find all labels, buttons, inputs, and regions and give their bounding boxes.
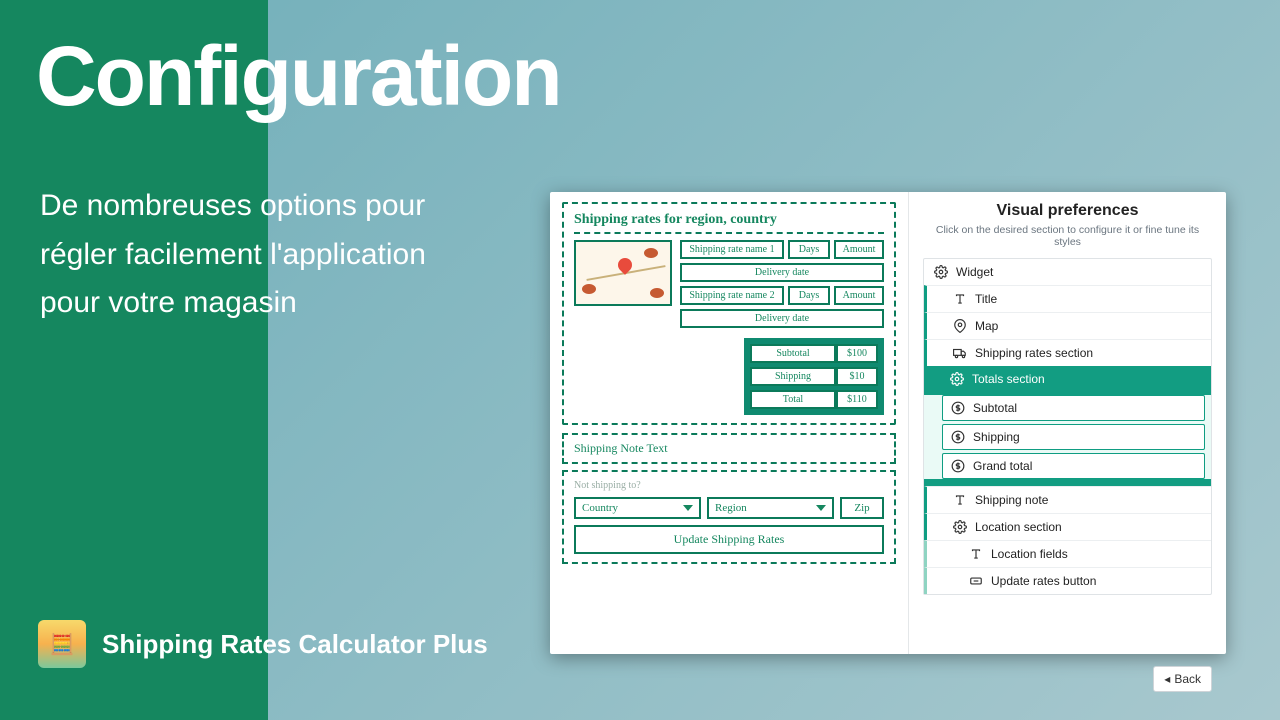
text-icon [969, 547, 983, 561]
map-thumbnail [574, 240, 672, 306]
totals-block: Subtotal$100 Shipping$10 Total$110 [744, 338, 884, 415]
tree-item-shipping[interactable]: Shipping [942, 424, 1205, 450]
tree-label: Update rates button [991, 574, 1096, 588]
delivery-date-cell: Delivery date [680, 309, 884, 328]
not-shipping-label: Not shipping to? [574, 480, 884, 491]
tree-label: Shipping rates section [975, 346, 1093, 360]
subtotal-label: Subtotal [750, 344, 836, 363]
back-label: Back [1174, 672, 1201, 686]
tree-label: Location section [975, 520, 1062, 534]
product-logo-row: 🧮 Shipping Rates Calculator Plus [38, 620, 488, 668]
tree-label: Shipping [973, 430, 1020, 444]
gear-icon [950, 372, 964, 386]
chevron-down-icon [816, 505, 826, 511]
pin-icon [953, 319, 967, 333]
tree-label: Map [975, 319, 998, 333]
tree-item-update-rates-button[interactable]: Update rates button [924, 567, 1211, 594]
leaf-icon [644, 248, 658, 258]
page-subtitle: De nombreuses options pour régler facile… [40, 182, 440, 328]
back-button[interactable]: ◂ Back [1153, 666, 1212, 692]
total-label: Total [750, 390, 836, 409]
tree-label: Grand total [973, 459, 1032, 473]
tree-item-grand-total[interactable]: Grand total [942, 453, 1205, 479]
tree-label: Title [975, 292, 997, 306]
text-icon [953, 493, 967, 507]
zip-input[interactable]: Zip [840, 497, 884, 519]
gear-icon [953, 520, 967, 534]
tree-item-map[interactable]: Map [924, 312, 1211, 339]
tree-label: Subtotal [973, 401, 1017, 415]
config-panel: Shipping rates for region, country Shipp… [550, 192, 1226, 654]
rates-preview-box: Shipping rates for region, country Shipp… [562, 202, 896, 425]
tree-item-totals-section[interactable]: Totals section [924, 366, 1211, 392]
region-select[interactable]: Region [707, 497, 834, 519]
tree-item-shipping-note[interactable]: Shipping note [924, 486, 1211, 513]
page-title: Configuration [36, 28, 561, 125]
app-logo-icon: 🧮 [38, 620, 86, 668]
country-label: Country [582, 502, 618, 514]
subtotal-value: $100 [836, 344, 878, 363]
tree-item-widget[interactable]: Widget [924, 259, 1211, 285]
tree-label: Location fields [991, 547, 1068, 561]
leaf-icon [582, 284, 596, 294]
region-label: Region [715, 502, 747, 514]
rate-name-cell: Shipping rate name 2 [680, 286, 784, 305]
rate-days-cell: Days [788, 286, 830, 305]
rate-amount-cell: Amount [834, 286, 884, 305]
tree-group-totals: Totals section Subtotal Shipping Grand t… [924, 366, 1211, 486]
tree-label: Shipping note [975, 493, 1048, 507]
text-icon [953, 292, 967, 306]
shipping-note-title: Shipping Note Text [574, 441, 884, 456]
tree-label: Widget [956, 265, 993, 279]
prefs-tree: Widget Title Map Shipping rates section … [923, 258, 1212, 595]
dollar-icon [951, 430, 965, 444]
leaf-icon [650, 288, 664, 298]
tree-item-location-fields[interactable]: Location fields [924, 540, 1211, 567]
truck-icon [953, 346, 967, 360]
rate-name-cell: Shipping rate name 1 [680, 240, 784, 259]
cursor-icon [969, 574, 983, 588]
total-value: $110 [836, 390, 878, 409]
update-rates-button[interactable]: Update Shipping Rates [574, 525, 884, 554]
gear-icon [934, 265, 948, 279]
chevron-down-icon [683, 505, 693, 511]
prefs-subtitle: Click on the desired section to configur… [923, 224, 1212, 248]
dollar-icon [951, 459, 965, 473]
shipping-value: $10 [836, 367, 878, 386]
widget-preview: Shipping rates for region, country Shipp… [550, 192, 908, 654]
dollar-icon [951, 401, 965, 415]
delivery-date-cell: Delivery date [680, 263, 884, 282]
country-select[interactable]: Country [574, 497, 701, 519]
tree-item-title[interactable]: Title [924, 285, 1211, 312]
rate-amount-cell: Amount [834, 240, 884, 259]
product-name: Shipping Rates Calculator Plus [102, 629, 488, 660]
prefs-title: Visual preferences [923, 202, 1212, 220]
shipping-note-box: Shipping Note Text [562, 433, 896, 464]
tree-item-rates-section[interactable]: Shipping rates section [924, 339, 1211, 366]
shipping-label: Shipping [750, 367, 836, 386]
rates-title: Shipping rates for region, country [574, 212, 884, 234]
location-box: Not shipping to? Country Region Zip Upda… [562, 470, 896, 564]
zip-label: Zip [854, 502, 869, 514]
tree-item-subtotal[interactable]: Subtotal [942, 395, 1205, 421]
tree-label: Totals section [972, 372, 1045, 386]
visual-preferences-panel: Visual preferences Click on the desired … [908, 192, 1226, 654]
map-pin-icon [615, 255, 635, 275]
tree-item-location-section[interactable]: Location section [924, 513, 1211, 540]
caret-left-icon: ◂ [1164, 672, 1170, 686]
rate-days-cell: Days [788, 240, 830, 259]
